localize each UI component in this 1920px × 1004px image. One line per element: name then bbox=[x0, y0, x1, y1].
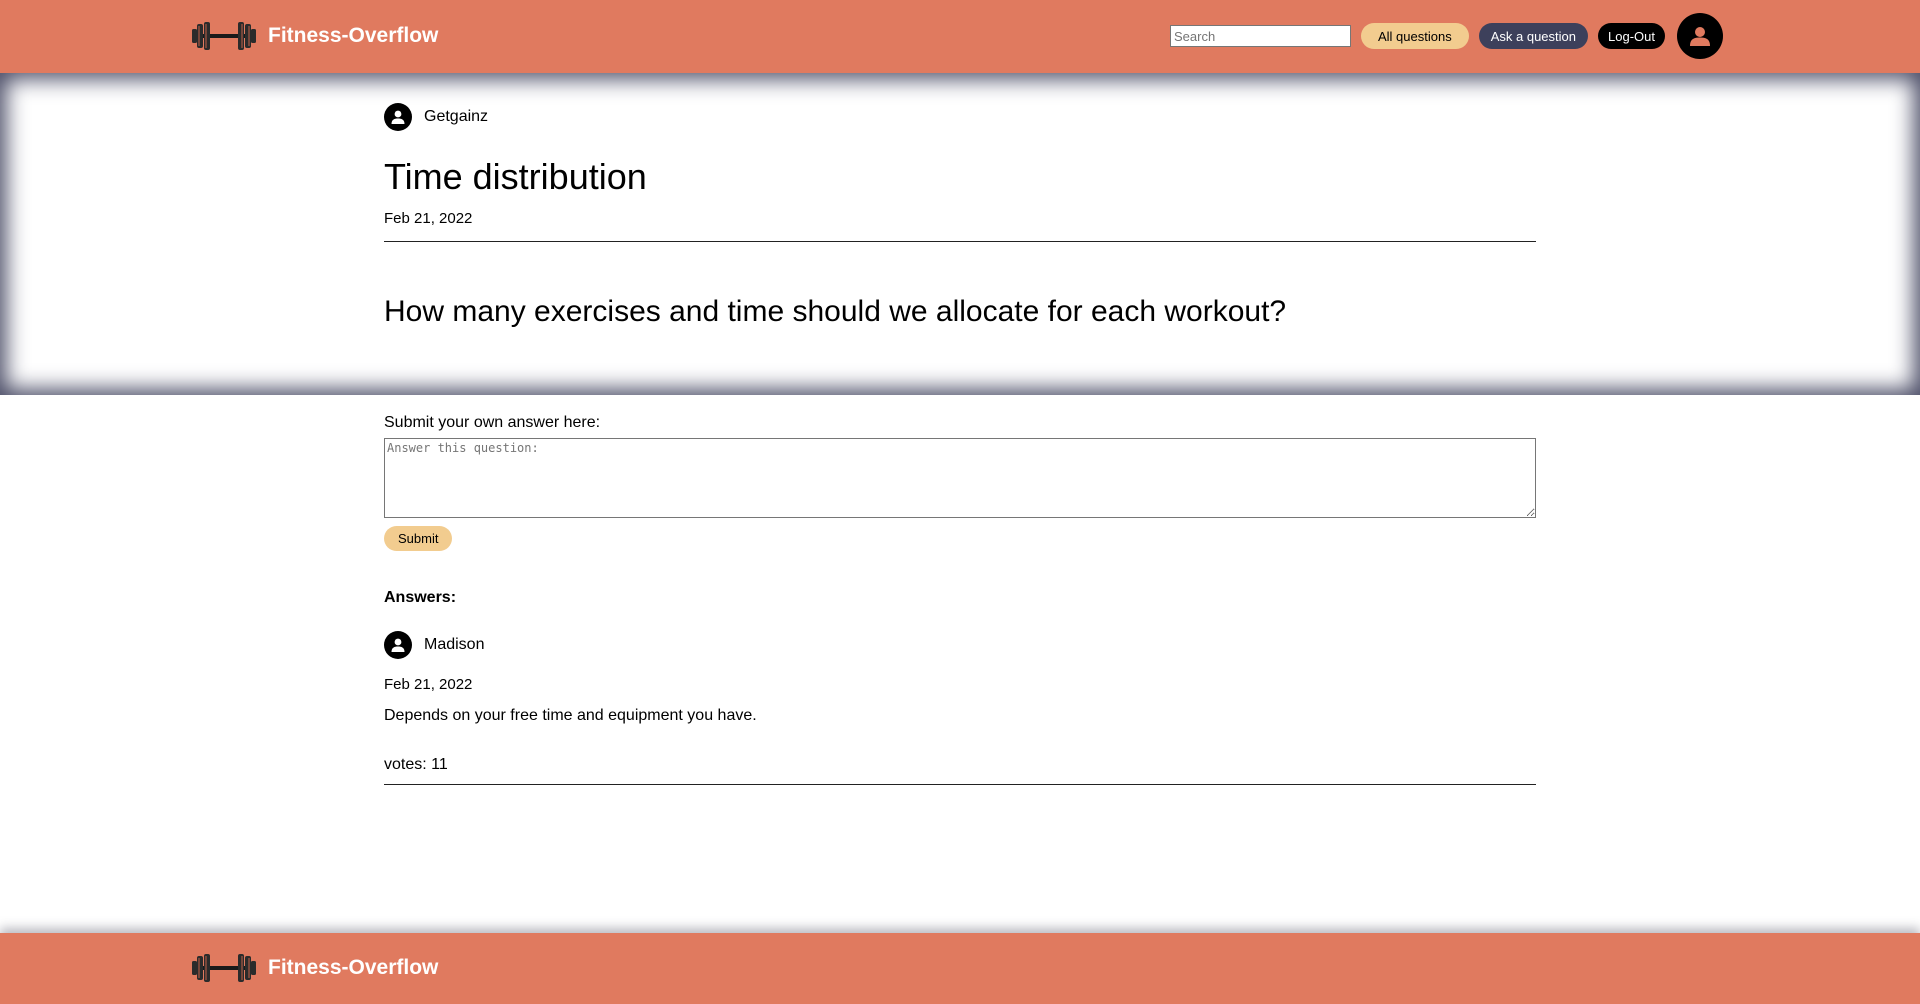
divider bbox=[384, 241, 1536, 242]
user-avatar-icon[interactable] bbox=[1676, 13, 1723, 59]
brand[interactable]: Fitness-Overflow bbox=[190, 14, 438, 58]
answer-author-row: Madison bbox=[384, 630, 1536, 660]
ask-question-button[interactable]: Ask a question bbox=[1478, 23, 1588, 49]
logout-button[interactable]: Log-Out bbox=[1598, 23, 1665, 49]
submit-button[interactable]: Submit bbox=[384, 526, 453, 551]
answer-item: Madison Feb 21, 2022 Depends on your fre… bbox=[384, 630, 1536, 785]
question-author[interactable]: Getgainz bbox=[424, 108, 488, 126]
answer-date: Feb 21, 2022 bbox=[384, 676, 473, 693]
footer-brand-name: Fitness-Overflow bbox=[268, 956, 439, 979]
nav-actions: All questions Ask a question Log-Out bbox=[1170, 12, 1723, 60]
answers-heading: Answers: bbox=[384, 589, 457, 606]
all-questions-button[interactable]: All questions bbox=[1361, 23, 1469, 49]
user-avatar-icon bbox=[384, 631, 412, 659]
user-avatar-icon bbox=[384, 103, 412, 131]
answer-votes: votes: 11 bbox=[384, 756, 448, 773]
answer-author[interactable]: Madison bbox=[424, 636, 484, 654]
question-date: Feb 21, 2022 bbox=[384, 210, 473, 227]
dumbbell-icon bbox=[190, 20, 258, 52]
answer-textarea[interactable] bbox=[384, 438, 1536, 518]
answer-form-label: Submit your own answer here: bbox=[384, 414, 601, 431]
top-navbar: Fitness-Overflow All questions Ask a que… bbox=[0, 0, 1920, 73]
divider bbox=[384, 784, 1536, 785]
footer: Fitness-Overflow bbox=[0, 933, 1920, 1004]
dumbbell-icon bbox=[190, 952, 258, 984]
answer-section: Submit your own answer here: Submit Answ… bbox=[384, 414, 1536, 785]
brand-name: Fitness-Overflow bbox=[268, 24, 439, 47]
question-title: Time distribution bbox=[384, 156, 647, 197]
footer-brand[interactable]: Fitness-Overflow bbox=[190, 946, 438, 990]
question-body: How many exercises and time should we al… bbox=[384, 295, 1287, 328]
question-author-row: Getgainz bbox=[384, 102, 1536, 132]
question-content: Getgainz Time distribution Feb 21, 2022 … bbox=[384, 102, 1536, 330]
search-input[interactable] bbox=[1170, 25, 1351, 47]
answer-text: Depends on your free time and equipment … bbox=[384, 707, 757, 724]
